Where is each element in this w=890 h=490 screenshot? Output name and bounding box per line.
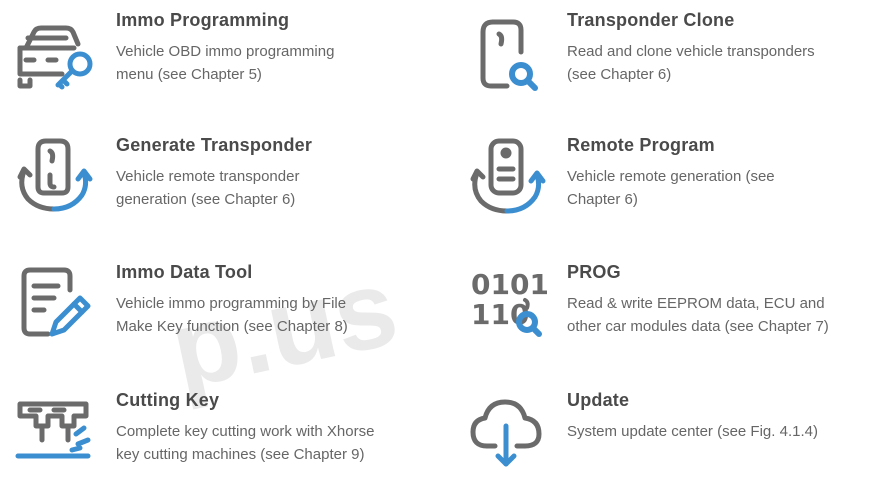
item-title: Transponder Clone [567,10,735,30]
item-description: Vehicle OBD immo programming menu (see C… [116,43,335,83]
transponder-cycle-icon [14,135,96,217]
car-key-icon [14,18,96,100]
key-cutter-icon [14,390,96,472]
item-description: System update center (see Fig. 4.1.4) [567,423,818,440]
remote-cycle-icon [465,135,547,217]
item-title: Immo Data Tool [116,262,253,282]
item-title: PROG [567,262,621,282]
item-description: Vehicle immo programming by File Make Ke… [116,295,348,335]
menu-item-immo-data-tool[interactable]: Immo Data Tool Vehicle immo programming … [14,262,434,362]
menu-item-generate-transponder[interactable]: Generate Transponder Vehicle remote tran… [14,135,434,235]
item-title: Remote Program [567,135,715,155]
menu-item-prog[interactable]: 0101 110 PROG Read & write EEPROM data, … [465,262,885,362]
item-description: Read and clone vehicle transponders (see… [567,43,815,83]
menu-item-cutting-key[interactable]: Cutting Key Complete key cutting work wi… [14,390,434,490]
menu-item-remote-program[interactable]: Remote Program Vehicle remote generation… [465,135,885,235]
binary-text-top: 0101 [471,268,547,301]
document-edit-icon [14,262,96,344]
item-description: Complete key cutting work with Xhorse ke… [116,423,375,463]
transponder-search-icon [465,14,547,96]
item-title: Update [567,390,630,410]
binary-search-icon: 0101 110 [465,262,547,344]
menu-item-immo-programming[interactable]: Immo Programming Vehicle OBD immo progra… [14,10,434,110]
item-description: Vehicle remote transponder generation (s… [116,168,300,208]
menu-item-update[interactable]: Update System update center (see Fig. 4.… [465,390,885,490]
item-title: Generate Transponder [116,135,313,155]
cloud-download-icon [465,390,547,472]
item-title: Cutting Key [116,390,220,410]
item-title: Immo Programming [116,10,290,30]
item-description: Read & write EEPROM data, ECU and other … [567,295,829,335]
menu-item-transponder-clone[interactable]: Transponder Clone Read and clone vehicle… [465,10,885,110]
item-description: Vehicle remote generation (see Chapter 6… [567,168,775,208]
